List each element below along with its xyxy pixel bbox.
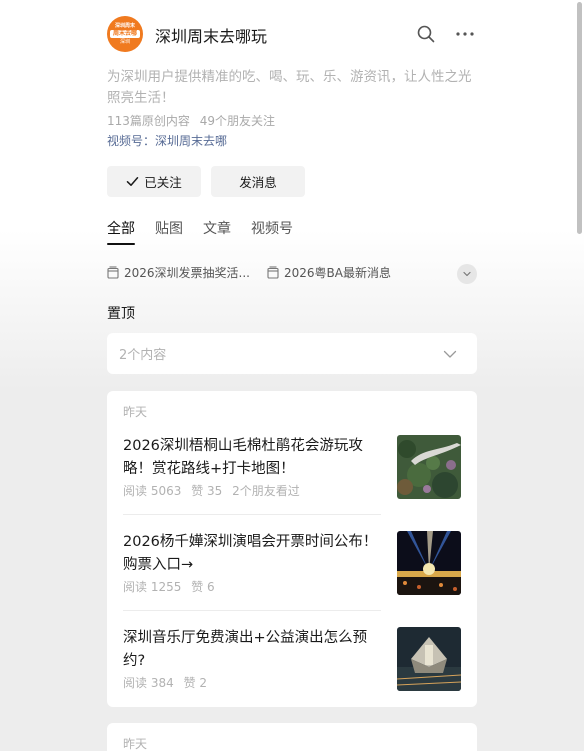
article-item[interactable]: 深圳音乐厅免费演出+公益演出怎么预约? 阅读 384 赞 2 (123, 627, 461, 691)
article-thumbnail (397, 435, 461, 499)
chevron-down-icon (463, 271, 471, 277)
send-message-button[interactable]: 发消息 (211, 166, 305, 197)
article-group-card: 昨天 2026深圳梧桐山毛棉杜鹃花会游玩攻略！赏花路线+打卡地图！ 阅读 506… (107, 391, 477, 707)
article-reads: 阅读 1255 (123, 580, 182, 594)
article-likes: 赞 6 (191, 580, 215, 594)
account-profile-page: 深圳周末 周末去哪 深圳 深圳周末去哪玩 为深圳用户提供精准的吃、喝、玩、乐、游… (0, 0, 584, 751)
article-thumbnail (397, 627, 461, 691)
article-item[interactable]: 2026杨千嬅深圳演唱会开票时间公布！购票入口→ 阅读 1255 赞 6 (123, 531, 461, 595)
collections-expand-button[interactable] (457, 264, 477, 284)
account-stats: 113篇原创内容 49个朋友关注 (107, 112, 275, 129)
article-title: 2026杨千嬅深圳演唱会开票时间公布！购票入口→ (123, 534, 378, 573)
avatar-text-top: 深圳周末 (114, 23, 135, 29)
followed-label: 已关注 (144, 175, 182, 190)
article-reads: 阅读 384 (123, 676, 174, 690)
tab-image-posts[interactable]: 贴图 (155, 218, 183, 244)
check-icon (126, 177, 139, 186)
collection-item[interactable]: 2026深圳发票抽奖活... (107, 264, 250, 281)
article-title: 2026深圳梧桐山毛棉杜鹃花会游玩攻略！赏花路线+打卡地图！ (123, 438, 363, 477)
collection-label: 2026粤BA最新消息 (284, 266, 391, 280)
article-divider (123, 610, 381, 611)
content-tabs: 全部 贴图 文章 视频号 (107, 218, 293, 245)
scrollbar[interactable] (576, 0, 584, 751)
collection-icon (107, 266, 119, 279)
account-description: 为深圳用户提供精准的吃、喝、玩、乐、游资讯，让人性之光照亮生活！ (107, 69, 472, 106)
followed-button[interactable]: 已关注 (107, 166, 201, 197)
tab-all[interactable]: 全部 (107, 218, 135, 245)
article-meta: 阅读 5063 赞 35 2个朋友看过 (123, 482, 300, 499)
tab-articles[interactable]: 文章 (203, 218, 231, 244)
article-title: 深圳音乐厅免费演出+公益演出怎么预约? (123, 630, 368, 669)
group-date: 昨天 (123, 737, 148, 751)
send-message-label: 发消息 (239, 175, 277, 190)
group-date: 昨天 (123, 405, 148, 419)
article-group-card: 昨天 (107, 723, 477, 751)
article-meta: 阅读 1255 赞 6 (123, 578, 215, 595)
article-divider (123, 514, 381, 515)
pinned-count: 2个内容 (119, 348, 167, 363)
article-thumbnail (397, 531, 461, 595)
collections-bar: 2026深圳发票抽奖活... 2026粤BA最新消息 (107, 264, 477, 284)
article-friends-read: 2个朋友看过 (232, 484, 300, 498)
search-icon[interactable] (416, 24, 436, 44)
article-item[interactable]: 2026深圳梧桐山毛棉杜鹃花会游玩攻略！赏花路线+打卡地图！ 阅读 5063 赞… (123, 435, 461, 499)
pinned-content-toggle[interactable]: 2个内容 (107, 333, 477, 374)
article-meta: 阅读 384 赞 2 (123, 674, 207, 691)
article-reads: 阅读 5063 (123, 484, 182, 498)
article-likes: 赞 35 (191, 484, 223, 498)
collection-icon (267, 266, 279, 279)
pinned-heading: 置顶 (107, 306, 135, 322)
scrollbar-thumb[interactable] (577, 2, 582, 234)
collection-item[interactable]: 2026粤BA最新消息 (267, 264, 391, 281)
more-icon[interactable] (455, 24, 475, 44)
tab-video-channel[interactable]: 视频号 (251, 218, 293, 244)
video-channel-link[interactable]: 视频号：深圳周末去哪 (107, 132, 227, 149)
original-count: 113篇原创内容 (107, 114, 190, 128)
account-name: 深圳周末去哪玩 (155, 27, 268, 46)
account-avatar[interactable]: 深圳周末 周末去哪 深圳 (107, 16, 143, 52)
article-likes: 赞 2 (183, 676, 208, 690)
avatar-text-bottom: 深圳 (119, 39, 130, 45)
chevron-down-icon (443, 350, 457, 358)
friends-following[interactable]: 49个朋友关注 (200, 114, 275, 128)
collection-label: 2026深圳发票抽奖活... (124, 266, 250, 280)
avatar-text-middle: 周末去哪 (109, 30, 140, 38)
